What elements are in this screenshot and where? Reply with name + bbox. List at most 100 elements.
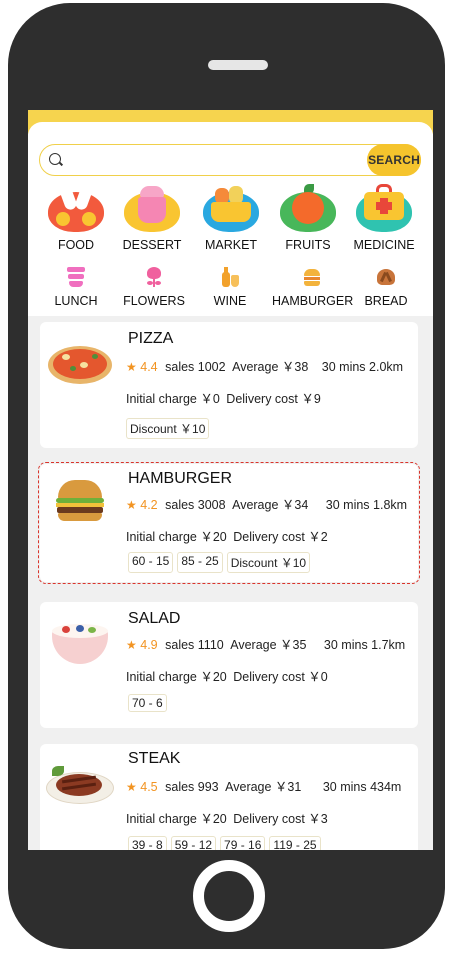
category-label: FOOD [57,238,95,252]
sales: sales 993 [165,780,219,794]
hamburger-icon [301,266,323,288]
restaurant-fees: Initial charge ￥20 Delivery cost ￥3 [126,808,328,827]
restaurant-card-steak[interactable]: STEAK ★ 4.5 sales 993 Average ￥31 30 min… [40,744,418,850]
category-wine[interactable]: WINE [190,266,270,308]
average-price: Average ￥38 [232,360,309,374]
rating: 4.4 [140,360,158,374]
phone-frame: SEARCH FOOD DESSERT MARKET FRUITS MEDICI… [8,3,445,949]
wine-icon [219,266,241,288]
market-icon [201,184,261,232]
category-medicine[interactable]: MEDICINE [346,184,422,252]
promo-tags: 39 - 8 59 - 12 79 - 16 119 - 25 [128,836,321,850]
promo-tags: 60 - 15 85 - 25 Discount ￥10 [128,552,311,573]
hamburger-image [46,478,114,524]
flowers-icon [143,266,165,288]
rating: 4.2 [140,498,158,512]
promo-tag: Discount ￥10 [126,418,210,439]
restaurant-name: STEAK [128,750,181,767]
category-food[interactable]: FOOD [38,182,114,252]
restaurant-name: PIZZA [128,330,174,347]
restaurant-card-pizza[interactable]: PIZZA ★ 4.4 sales 1002 Average ￥38 30 mi… [40,322,418,448]
category-fruits[interactable]: FRUITS [270,184,346,252]
promo-tag: 85 - 25 [177,552,223,573]
rating: 4.5 [140,780,158,794]
search-bar: SEARCH [39,144,421,176]
search-button[interactable]: SEARCH [367,144,421,176]
average-price: Average ￥34 [232,498,309,512]
sales: sales 1110 [165,638,224,652]
rating: 4.9 [140,638,158,652]
category-dessert[interactable]: DESSERT [114,184,190,252]
dessert-icon [122,184,182,232]
category-lunch[interactable]: LUNCH [36,266,116,308]
category-label: FRUITS [285,238,331,252]
delivery-cost: Delivery cost ￥3 [233,812,328,826]
delivery-cost: Delivery cost ￥2 [233,530,328,544]
sales: sales 3008 [165,498,226,512]
category-label: MARKET [204,238,258,252]
promo-tags: Discount ￥10 [126,418,210,439]
star-icon: ★ [126,498,137,512]
category-hamburger[interactable]: HAMBURGER [272,266,354,308]
initial-charge: Initial charge ￥0 [126,392,220,406]
star-icon: ★ [126,360,137,374]
restaurant-stats: ★ 4.4 sales 1002 Average ￥38 30 mins 2.0… [126,356,403,375]
star-icon: ★ [126,780,137,794]
time-distance: 30 mins 434m [322,780,402,794]
delivery-cost: Delivery cost ￥0 [233,670,328,684]
sales: sales 1002 [165,360,226,374]
restaurant-fees: Initial charge ￥20 Delivery cost ￥0 [126,666,328,685]
category-label: LUNCH [54,294,98,308]
category-label: WINE [213,294,247,308]
restaurant-card-hamburger[interactable]: HAMBURGER ★ 4.2 sales 3008 Average ￥34 3… [38,462,420,584]
initial-charge: Initial charge ￥20 [126,530,227,544]
restaurant-list: PIZZA ★ 4.4 sales 1002 Average ￥38 30 mi… [28,316,433,850]
promo-tag: 70 - 6 [128,694,167,712]
home-button[interactable] [193,860,265,932]
delivery-cost: Delivery cost ￥9 [226,392,321,406]
phone-speaker [208,60,268,70]
promo-tag: 39 - 8 [128,836,167,850]
medicine-icon [354,184,414,232]
app-screen: SEARCH FOOD DESSERT MARKET FRUITS MEDICI… [28,110,433,850]
promo-tag: 60 - 15 [128,552,174,573]
promo-tag: 59 - 12 [170,836,217,850]
food-icon [46,182,106,232]
lunch-icon [65,266,87,288]
bread-icon [375,266,397,288]
average-price: Average ￥31 [225,780,302,794]
fruits-icon [278,184,338,232]
time-distance: 30 mins 1.7km [323,638,406,652]
salad-image [46,620,114,666]
promo-tag: 119 - 25 [269,836,321,850]
pizza-image [46,342,114,388]
restaurant-fees: Initial charge ￥0 Delivery cost ￥9 [126,388,321,407]
promo-tag: 79 - 16 [220,836,266,850]
restaurant-name: SALAD [128,610,181,627]
steak-image [46,764,114,810]
category-bread[interactable]: BREAD [346,266,426,308]
search-icon [49,153,61,165]
initial-charge: Initial charge ￥20 [126,812,227,826]
restaurant-card-salad[interactable]: SALAD ★ 4.9 sales 1110 Average ￥35 30 mi… [40,602,418,728]
restaurant-stats: ★ 4.5 sales 993 Average ￥31 30 mins 434m [126,776,401,795]
category-label: FLOWERS [123,294,185,308]
time-distance: 30 mins 1.8km [325,498,408,512]
average-price: Average ￥35 [230,638,307,652]
time-distance: 30 mins 2.0km [321,360,404,374]
search-input[interactable] [70,149,360,171]
header-panel: SEARCH FOOD DESSERT MARKET FRUITS MEDICI… [28,122,433,316]
category-market[interactable]: MARKET [193,184,269,252]
promo-tags: 70 - 6 [128,694,167,712]
star-icon: ★ [126,638,137,652]
restaurant-fees: Initial charge ￥20 Delivery cost ￥2 [126,526,328,545]
category-label: BREAD [364,294,408,308]
restaurant-stats: ★ 4.2 sales 3008 Average ￥34 30 mins 1.8… [126,494,407,513]
promo-tag: Discount ￥10 [226,552,311,573]
category-flowers[interactable]: FLOWERS [114,266,194,308]
restaurant-name: HAMBURGER [128,470,233,487]
category-label: HAMBURGER [272,294,354,308]
initial-charge: Initial charge ￥20 [126,670,227,684]
restaurant-stats: ★ 4.9 sales 1110 Average ￥35 30 mins 1.7… [126,634,405,653]
category-label: MEDICINE [353,238,415,252]
